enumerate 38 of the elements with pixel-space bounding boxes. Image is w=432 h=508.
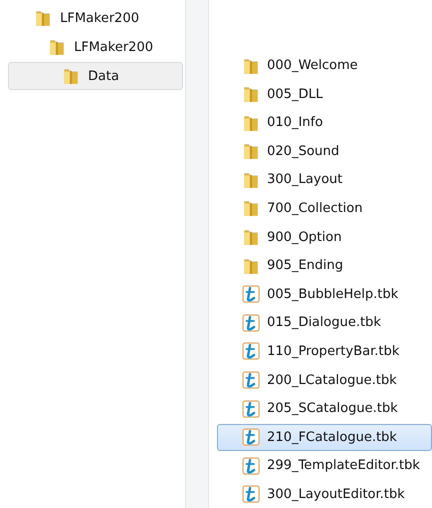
document-icon — [242, 485, 260, 504]
file-item[interactable]: 110_PropertyBar.tbk — [217, 338, 432, 365]
document-icon — [242, 314, 260, 332]
folder-icon — [242, 256, 260, 275]
folder-icon — [242, 199, 260, 218]
file-item[interactable]: 905_Ending — [217, 252, 432, 280]
tree-item[interactable]: Data — [8, 62, 183, 90]
document-icon — [242, 428, 260, 446]
folder-icon — [242, 228, 260, 246]
folder-icon — [242, 170, 260, 189]
folder-icon — [62, 67, 80, 85]
tree-item[interactable]: LFMaker200 — [8, 33, 185, 61]
document-icon — [242, 371, 260, 390]
tree-item[interactable]: LFMaker200 — [8, 4, 185, 32]
file-item[interactable]: 005_BubbleHelp.tbk — [217, 280, 432, 308]
file-item[interactable]: 700_Collection — [217, 194, 432, 222]
file-item[interactable]: 205_SCatalogue.tbk — [217, 395, 432, 422]
document-icon — [242, 400, 260, 418]
folder-icon — [242, 85, 260, 104]
folder-icon — [242, 114, 260, 132]
file-item[interactable]: 000_Welcome — [217, 52, 432, 79]
document-icon — [242, 285, 260, 304]
folder-icon — [34, 9, 52, 27]
file-item[interactable]: 015_Dialogue.tbk — [217, 309, 432, 336]
file-item[interactable]: 900_Option — [217, 224, 432, 251]
file-item[interactable]: 300_Layout — [217, 166, 432, 194]
file-item[interactable]: 010_Info — [217, 109, 432, 136]
folder-icon — [242, 56, 260, 74]
file-item[interactable]: 200_LCatalogue.tbk — [217, 366, 432, 394]
file-item[interactable]: 005_DLL — [217, 80, 432, 108]
document-icon — [242, 456, 260, 475]
file-item[interactable]: 020_Sound — [217, 138, 432, 165]
folder-icon — [242, 142, 260, 160]
document-icon — [242, 342, 260, 360]
folder-icon — [48, 38, 66, 56]
file-item[interactable]: 299_TemplateEditor.tbk — [217, 452, 432, 480]
file-item[interactable]: 210_FCatalogue.tbk — [217, 424, 432, 451]
file-item[interactable]: 300_LayoutEditor.tbk — [217, 480, 432, 508]
